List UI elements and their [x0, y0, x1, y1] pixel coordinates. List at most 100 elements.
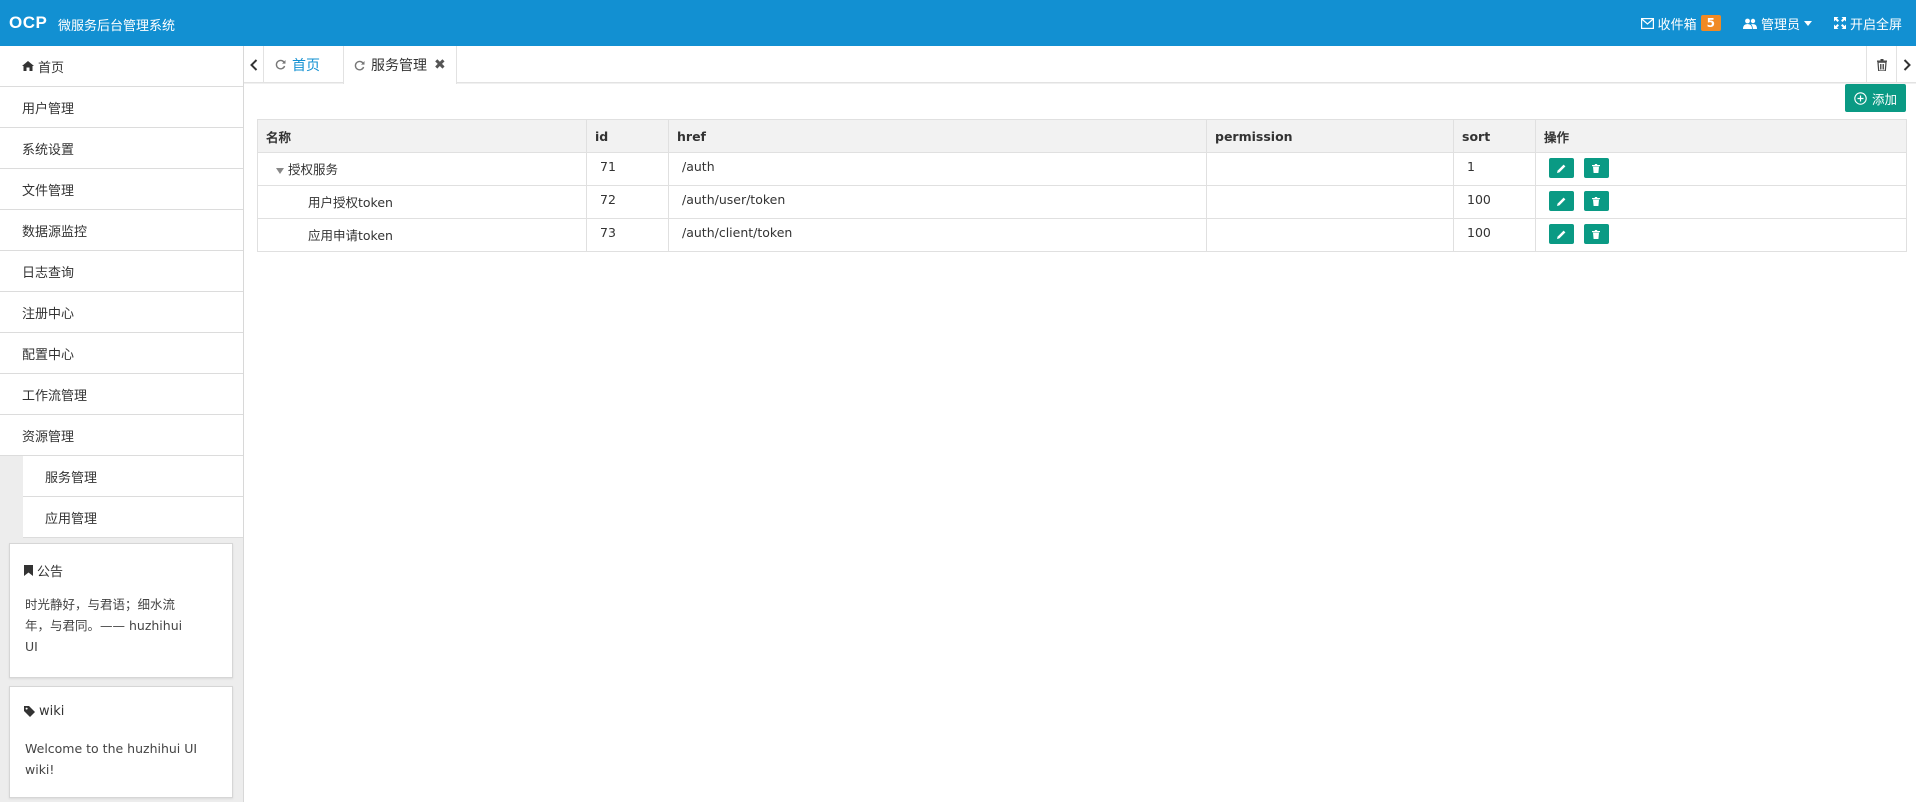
fullscreen-label: 开启全屏 — [1849, 17, 1902, 33]
cell-sort: 1 — [1453, 152, 1536, 186]
sidebar-item-label: 文件管理 — [22, 183, 75, 199]
column-header-href: href — [668, 119, 1207, 153]
table-row[interactable]: 应用申请token 73 /auth/client/token 100 — [257, 218, 1907, 252]
sidebar-subitem-label: 服务管理 — [45, 470, 98, 486]
sidebar-item-label: 工作流管理 — [22, 388, 88, 404]
cell-actions — [1535, 218, 1907, 252]
table-header-row: 名称 id href permission sort 操作 — [257, 119, 1907, 153]
tab-bar: 首页 服务管理 ✖ — [244, 46, 1916, 84]
delete-button[interactable] — [1583, 158, 1609, 178]
edit-button[interactable] — [1549, 224, 1574, 244]
service-table: 名称 id href permission sort 操作 授权服务 71 /a… — [257, 119, 1907, 252]
tab-home-label: 首页 — [292, 57, 320, 74]
pencil-icon — [1557, 197, 1566, 206]
inbox-label: 收件箱 — [1657, 17, 1697, 33]
sidebar-subitem-service-management[interactable]: 服务管理 — [23, 456, 243, 497]
fullscreen-button[interactable]: 开启全屏 — [1833, 14, 1902, 33]
tab-scroll-right-button[interactable] — [1896, 46, 1916, 83]
sidebar-item-user-management[interactable]: 用户管理 — [0, 87, 243, 128]
sidebar-item-label: 日志查询 — [22, 265, 75, 281]
cell-actions — [1535, 152, 1907, 186]
sidebar-item-label: 系统设置 — [22, 142, 75, 158]
sidebar-item-label: 首页 — [38, 60, 65, 76]
chevron-right-icon — [1903, 58, 1911, 71]
inbox-count-badge: 5 — [1700, 15, 1721, 31]
sidebar-item-file-management[interactable]: 文件管理 — [0, 169, 243, 210]
cell-id: 71 — [586, 152, 669, 186]
notice-body: 时光静好，与君语；细水流年，与君同。—— huzhihui UI — [25, 597, 183, 654]
cell-name: 授权服务 — [257, 152, 587, 186]
refresh-icon — [354, 60, 365, 71]
tab-service-management[interactable]: 服务管理 ✖ — [343, 46, 457, 84]
close-all-tabs-button[interactable] — [1866, 46, 1896, 83]
wiki-body: Welcome to the huzhihui UI wiki! — [25, 741, 198, 777]
sidebar-subitem-label: 应用管理 — [45, 511, 98, 527]
cell-permission — [1206, 152, 1454, 186]
edit-button[interactable] — [1549, 191, 1574, 211]
bookmark-icon — [24, 565, 33, 576]
brand-logo[interactable]: OCP — [9, 13, 47, 33]
top-header: OCP 微服务后台管理系统 收件箱 5 管理员 开启全屏 — [0, 0, 1916, 46]
sidebar-item-system-settings[interactable]: 系统设置 — [0, 128, 243, 169]
table-row[interactable]: 用户授权token 72 /auth/user/token 100 — [257, 185, 1907, 219]
tree-expand-icon[interactable] — [276, 167, 284, 174]
column-header-actions: 操作 — [1535, 119, 1907, 153]
trash-icon — [1592, 229, 1601, 239]
edit-button[interactable] — [1549, 158, 1574, 178]
cell-actions — [1535, 185, 1907, 219]
tab-scroll-left-button[interactable] — [244, 46, 264, 83]
wiki-title: wiki — [10, 687, 232, 719]
cell-href: /auth/user/token — [668, 185, 1207, 219]
cell-href: /auth/client/token — [668, 218, 1207, 252]
sidebar-item-label: 配置中心 — [22, 347, 75, 363]
chevron-left-icon — [249, 58, 257, 71]
user-label: 管理员 — [1760, 17, 1800, 33]
delete-button[interactable] — [1583, 224, 1609, 244]
cell-id: 73 — [586, 218, 669, 252]
plus-circle-icon — [1854, 91, 1867, 105]
sidebar-item-label: 资源管理 — [22, 429, 75, 445]
sidebar-item-datasource-monitor[interactable]: 数据源监控 — [0, 210, 243, 251]
sidebar-item-resource-management[interactable]: 资源管理 — [0, 415, 243, 456]
cell-sort: 100 — [1453, 185, 1536, 219]
sidebar-item-registry[interactable]: 注册中心 — [0, 292, 243, 333]
sidebar-item-label: 数据源监控 — [22, 224, 88, 240]
main-content: 添加 名称 id href permission sort 操作 授权服务 71… — [244, 84, 1916, 802]
table-row[interactable]: 授权服务 71 /auth 1 — [257, 152, 1907, 186]
users-icon — [1742, 18, 1757, 29]
column-header-sort: sort — [1453, 119, 1536, 153]
sidebar-item-workflow[interactable]: 工作流管理 — [0, 374, 243, 415]
trash-icon — [1592, 163, 1601, 173]
cell-sort: 100 — [1453, 218, 1536, 252]
notice-panel: 公告 时光静好，与君语；细水流年，与君同。—— huzhihui UI — [9, 543, 233, 678]
sidebar-item-log-query[interactable]: 日志查询 — [0, 251, 243, 292]
wiki-title-text: wiki — [39, 704, 65, 719]
close-icon[interactable]: ✖ — [434, 57, 446, 73]
refresh-icon — [275, 59, 286, 70]
tab-service-management-label: 服务管理 — [371, 58, 427, 74]
cell-name-text: 授权服务 — [288, 162, 339, 177]
delete-button[interactable] — [1583, 191, 1609, 211]
tab-home[interactable]: 首页 — [265, 46, 343, 83]
cell-permission — [1206, 185, 1454, 219]
column-header-permission: permission — [1206, 119, 1454, 153]
expand-icon — [1833, 17, 1846, 29]
app-subtitle: 微服务后台管理系统 — [58, 19, 176, 34]
cell-permission — [1206, 218, 1454, 252]
sidebar-item-home[interactable]: 首页 — [0, 46, 243, 87]
user-menu-button[interactable]: 管理员 — [1742, 14, 1812, 33]
add-button[interactable]: 添加 — [1844, 84, 1906, 112]
header-actions: 收件箱 5 管理员 开启全屏 — [1640, 0, 1916, 46]
caret-down-icon — [1803, 20, 1812, 26]
wiki-panel: wiki Welcome to the huzhihui UI wiki! — [9, 686, 233, 798]
sidebar-item-config-center[interactable]: 配置中心 — [0, 333, 243, 374]
inbox-button[interactable]: 收件箱 5 — [1640, 14, 1721, 33]
pencil-icon — [1557, 230, 1566, 239]
tag-icon — [24, 706, 35, 717]
column-header-id: id — [586, 119, 669, 153]
sidebar-subitem-app-management[interactable]: 应用管理 — [23, 497, 243, 538]
cell-name: 用户授权token — [257, 185, 587, 219]
add-button-label: 添加 — [1871, 91, 1897, 107]
notice-title: 公告 — [10, 544, 232, 580]
sidebar-item-label: 用户管理 — [22, 101, 75, 117]
